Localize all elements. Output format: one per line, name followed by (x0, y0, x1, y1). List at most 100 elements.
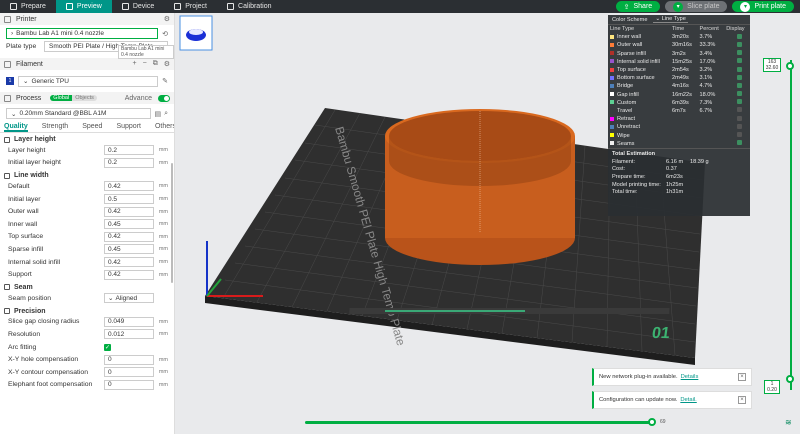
link-icon[interactable]: ⟲ (162, 30, 168, 38)
param-input[interactable]: 0.5 mm (104, 194, 168, 205)
display-checkbox[interactable] (737, 82, 742, 88)
tab-project[interactable]: Project (164, 0, 217, 13)
share-button[interactable]: ⇪ Share (615, 1, 661, 12)
param-value: 0.049 (108, 318, 125, 326)
tab-device[interactable]: Device (112, 0, 164, 13)
param-label: Internal solid infill (8, 258, 61, 266)
param-label: Sparse infill (8, 245, 44, 253)
minus-icon[interactable]: − (143, 60, 147, 68)
display-checkbox[interactable] (737, 58, 742, 64)
seam-position-select[interactable]: ⌄ Aligned (104, 293, 154, 304)
param-row: Elephant foot compensation 0 mm (0, 379, 174, 392)
estimation-value: 1h31m (666, 189, 684, 196)
param-input[interactable]: 0.2 mm (104, 157, 168, 168)
layers-icon (4, 136, 10, 143)
param-unit: mm (158, 221, 168, 228)
param-label: Initial layer height (8, 159, 61, 167)
display-checkbox[interactable] (737, 33, 742, 39)
tab-support[interactable]: Support (116, 123, 141, 132)
display-checkbox[interactable] (737, 115, 742, 121)
add-icon[interactable]: + (133, 60, 137, 68)
param-input[interactable]: 0.42 mm (104, 269, 168, 280)
layer-slider[interactable] (790, 60, 792, 390)
printer-icon (4, 15, 11, 23)
slice-plate-button[interactable]: ▾ Slice plate (665, 1, 728, 12)
layers-icon[interactable]: ≋ (785, 418, 792, 427)
display-checkbox[interactable] (737, 91, 742, 97)
color-swatch (610, 42, 614, 47)
layer-top-label: 163 32.60 (763, 58, 781, 72)
display-checkbox[interactable] (737, 41, 742, 47)
tab-strength[interactable]: Strength (42, 123, 68, 132)
save-icon[interactable]: ▤ (154, 110, 161, 118)
panel-scrollbar[interactable] (171, 163, 173, 283)
layer-bottom-handle[interactable] (786, 375, 794, 383)
tab-quality[interactable]: Quality (4, 123, 28, 132)
estimation-label: Prepare time: (612, 174, 646, 180)
move-slider-value: 69 (660, 419, 666, 425)
param-input[interactable]: 0.049 mm (104, 316, 168, 327)
tab-speed[interactable]: Speed (82, 123, 102, 132)
tab-label: Device (132, 3, 155, 10)
process-preset-select[interactable]: ⌄ 0.20mm Standard @BBL A1M (6, 108, 152, 119)
param-input[interactable]: 0 mm (104, 354, 168, 365)
param-input[interactable]: 0.012 mm (104, 329, 168, 340)
search-icon[interactable]: ⌕ (164, 110, 168, 118)
move-slider[interactable] (305, 421, 650, 424)
param-value: 0.5 (108, 195, 118, 203)
print-plate-button[interactable]: ▾ Print plate (732, 1, 794, 12)
global-toggle[interactable]: Global Objects (50, 95, 97, 101)
param-label: Initial layer (8, 195, 41, 203)
move-slider-handle[interactable] (648, 418, 656, 426)
display-checkbox[interactable] (737, 50, 742, 56)
display-checkbox[interactable] (737, 66, 742, 72)
param-row: X-Y hole compensation 0 mm (0, 353, 174, 366)
chevron-down-icon[interactable]: ▾ (740, 1, 751, 12)
param-input[interactable]: 0.2 mm (104, 145, 168, 156)
printer-tooltip: Bambu Lab A1 mini 0.4 nozzle (118, 45, 174, 59)
gear-icon[interactable]: ⚙ (164, 15, 170, 23)
param-input[interactable]: 0.45 mm (104, 244, 168, 255)
line-type-name: Wipe (617, 132, 630, 139)
param-input[interactable]: 0.42 mm (104, 257, 168, 268)
arc-fitting-checkbox[interactable]: ✓ (104, 343, 111, 351)
gear-icon[interactable]: ⚙ (164, 60, 170, 68)
display-checkbox[interactable] (737, 107, 742, 113)
display-checkbox[interactable] (737, 123, 742, 129)
tab-calibration[interactable]: Calibration (217, 0, 281, 13)
global-option[interactable]: Global (50, 95, 73, 101)
param-input[interactable]: 0 mm (104, 379, 168, 390)
sync-icon[interactable]: ⧉ (153, 60, 158, 68)
param-input[interactable]: 0.42 mm (104, 181, 168, 192)
display-checkbox[interactable] (737, 140, 742, 146)
tab-prepare[interactable]: Prepare (0, 0, 56, 13)
advance-toggle[interactable] (158, 94, 170, 102)
edit-icon[interactable]: ✎ (162, 77, 168, 85)
filament-slot-badge[interactable]: 1 (6, 77, 14, 85)
display-checkbox[interactable] (737, 74, 742, 80)
param-unit: mm (158, 208, 168, 215)
close-icon[interactable]: × (738, 373, 746, 381)
close-icon[interactable]: × (738, 396, 746, 404)
display-checkbox[interactable] (737, 99, 742, 105)
display-checkbox[interactable] (737, 132, 742, 138)
printer-select[interactable]: › Bambu Lab A1 mini 0.4 nozzle (6, 28, 159, 39)
param-row: X-Y contour compensation 0 mm (0, 366, 174, 379)
tab-preview[interactable]: Preview (55, 0, 112, 13)
objects-option[interactable]: Objects (72, 95, 97, 101)
estimation-row: Filament: 6.16 m 18.39 g (612, 159, 746, 167)
tab-others[interactable]: Others (155, 123, 174, 132)
layer-top-handle[interactable] (786, 62, 794, 70)
color-scheme-select[interactable]: ⌄ Line Type (653, 16, 688, 23)
param-value: 0 (108, 368, 112, 376)
param-input[interactable]: 0.42 mm (104, 206, 168, 217)
param-value: 0.2 (108, 146, 118, 154)
plate-number: 01 (651, 324, 671, 342)
param-input[interactable]: 0.45 mm (104, 219, 168, 230)
param-input[interactable]: 0.42 mm (104, 231, 168, 242)
chevron-down-icon[interactable]: ▾ (673, 1, 684, 12)
detail-link[interactable]: Detail. (680, 397, 696, 403)
param-input[interactable]: 0 mm (104, 367, 168, 378)
filament-select[interactable]: ⌄ Generic TPU (18, 75, 159, 87)
details-link[interactable]: Details (681, 374, 699, 380)
